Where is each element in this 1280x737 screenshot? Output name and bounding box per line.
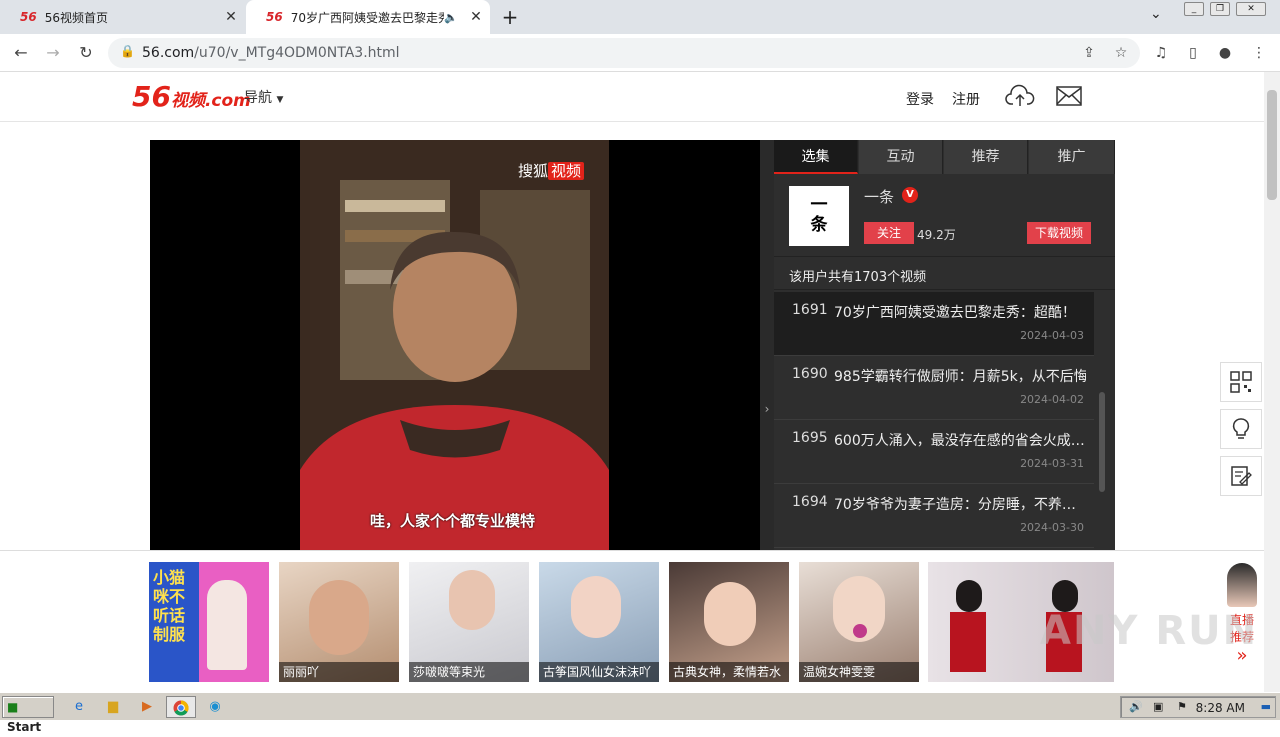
edge-icon[interactable]: ◉ [202,696,228,718]
forward-arrow-icon[interactable]: → [40,40,66,66]
media-player-icon[interactable]: ▶ [134,696,160,718]
close-window-button[interactable]: ✕ [1236,2,1266,16]
uploader-name[interactable]: 一条 [864,186,894,207]
site-favicon: 56 [266,10,283,24]
lock-icon[interactable]: 🔒 [120,44,135,58]
site-favicon: 56 [20,10,37,24]
feedback-edit-icon[interactable] [1220,456,1262,496]
media-control-icon[interactable]: ♫ [1150,42,1172,64]
site-logo[interactable]: 56视频.com [132,80,251,113]
ad-caption: 莎啵啵等束光 [409,662,529,682]
nav-dropdown[interactable]: 导航 ▼ [244,87,283,107]
caret-down-icon: ▼ [276,95,284,105]
minimize-button[interactable]: _ [1184,2,1204,16]
system-tray: 🔊 ▣ ⚑ 8:28 AM ▬ [1120,696,1276,718]
profile-avatar-icon[interactable]: ● [1214,42,1236,64]
ad-thumbnail[interactable]: 古筝国风仙女沫沫吖 [539,562,659,682]
ad-thumbnail[interactable]: 温婉女神雯雯 [799,562,919,682]
ad-caption: 温婉女神雯雯 [799,662,919,682]
ad-caption: 古筝国风仙女沫沫吖 [539,662,659,682]
ad-thumbnail[interactable]: 小猫咪不听话 制服 [149,562,269,682]
flag-icon[interactable]: ⚑ [1177,700,1187,713]
kebab-menu-icon[interactable]: ⋮ [1248,42,1270,64]
windows-logo-icon: ■ [7,700,19,714]
chrome-icon[interactable] [166,696,196,718]
episode-item[interactable]: 1694 70岁爷爷为妻子造房：分房睡，不养… 2024-03-30 [774,484,1094,548]
download-video-button[interactable]: 下载视频 [1027,222,1091,244]
back-arrow-icon[interactable]: ← [8,40,34,66]
url-path: /u70/v_MTg4ODM0NTA3.html [194,45,400,61]
video-scene [300,140,609,550]
audio-playing-icon[interactable]: 🔈 [444,11,462,24]
video-sidebar: 选集 互动 推荐 推广 一条 一条 V 关注 49.2万 下载视频 该用户共有1… [774,140,1115,550]
video-count-label: 该用户共有1703个视频 [774,256,1115,290]
tab-recommend[interactable]: 推荐 [944,140,1028,174]
ad-thumbnail[interactable]: 古典女神，柔情若水 [669,562,789,682]
episode-item[interactable]: 1690 985学霸转行做厨师：月薪5k，从不后悔 2024-04-02 [774,356,1094,420]
episode-item[interactable]: 1691 70岁广西阿姨受邀去巴黎走秀：超酷！ 2024-04-03 [774,292,1094,356]
url-host: 56.com [142,45,195,61]
new-tab-button[interactable]: + [498,5,522,29]
video-player[interactable]: 搜狐 视频 哇，人家个个都专业模特 [150,140,760,550]
browser-tab-strip: 56 56视频首页 ✕ 56 70岁广西阿姨受邀去巴黎走秀 🔈 ✕ + ⌄ _ … [0,0,1280,34]
streamer-avatar [1227,563,1257,607]
folder-icon[interactable]: ▆ [100,696,126,718]
network-icon[interactable]: ▣ [1153,700,1163,713]
reload-icon[interactable]: ↻ [73,40,99,66]
upload-cloud-icon[interactable] [1005,84,1035,108]
lightbulb-icon[interactable] [1220,409,1262,449]
episode-list-scrollbar[interactable] [1099,392,1105,492]
video-frame [300,140,609,550]
start-button[interactable]: ■ Start [2,696,54,734]
collapse-sidebar-chevron-icon[interactable]: › [760,140,774,550]
share-icon[interactable]: ⇪ [1078,42,1100,64]
page-scrollbar[interactable] [1264,72,1280,692]
bookmark-star-icon[interactable]: ☆ [1110,42,1132,64]
windows-taskbar: ■ Start e ▆ ▶ ◉ 🔊 ▣ ⚑ 8:28 AM ▬ [0,692,1280,734]
restore-button[interactable]: ❐ [1210,2,1230,16]
sohu-video-watermark: 搜狐 视频 [518,160,585,181]
scrollbar-thumb[interactable] [1267,90,1277,200]
fan-count: 49.2万 [917,228,956,242]
clock[interactable]: 8:28 AM [1196,701,1245,715]
verified-badge-icon: V [902,187,918,203]
ad-caption: 丽丽吖 [279,662,399,682]
uploader-avatar[interactable]: 一条 [789,186,849,246]
tab-promote[interactable]: 推广 [1029,140,1115,174]
tab-episodes[interactable]: 选集 [774,140,858,174]
tab-interact[interactable]: 互动 [859,140,943,174]
video-subtitle: 哇，人家个个都专业模特 [370,512,536,530]
side-panel-icon[interactable]: ▯ [1182,42,1204,64]
follow-button[interactable]: 关注 [864,222,914,244]
tab-search-chevron-icon[interactable]: ⌄ [1150,6,1162,22]
ad-caption: 古典女神，柔情若水 [669,662,789,682]
internet-explorer-icon[interactable]: e [66,696,92,718]
mail-icon[interactable] [1056,86,1082,106]
qr-code-icon[interactable] [1220,362,1262,402]
show-desktop-icon[interactable]: ▬ [1261,700,1271,713]
browser-toolbar: ← → ↻ 🔒 56.com/u70/v_MTg4ODM0NTA3.html ⇪… [0,34,1280,72]
register-link[interactable]: 注册 [952,89,980,109]
tab-title: 56视频首页 [44,10,108,25]
tab-close-icon[interactable]: ✕ [217,9,245,25]
ad-thumbnail[interactable]: 莎啵啵等束光 [409,562,529,682]
site-header: 56视频.com 导航 ▼ 登录 注册 [0,72,1264,122]
tab-56-home[interactable]: 56 56视频首页 ✕ [0,0,245,34]
episode-item[interactable]: 1695 600万人涌入，最没存在感的省会火成… 2024-03-31 [774,420,1094,484]
login-link[interactable]: 登录 [906,89,934,109]
ad-thumbnail[interactable]: 丽丽吖 [279,562,399,682]
anyrun-watermark: ANY RUN [1040,608,1259,654]
volume-icon[interactable]: 🔊 [1129,700,1143,713]
tab-close-icon[interactable]: ✕ [462,9,490,25]
address-bar[interactable]: 🔒 56.com/u70/v_MTg4ODM0NTA3.html ⇪ ☆ [108,38,1140,68]
tab-title: 70岁广西阿姨受邀去巴黎走秀 [290,10,444,25]
tab-current-video[interactable]: 56 70岁广西阿姨受邀去巴黎走秀 🔈 ✕ [246,0,490,34]
